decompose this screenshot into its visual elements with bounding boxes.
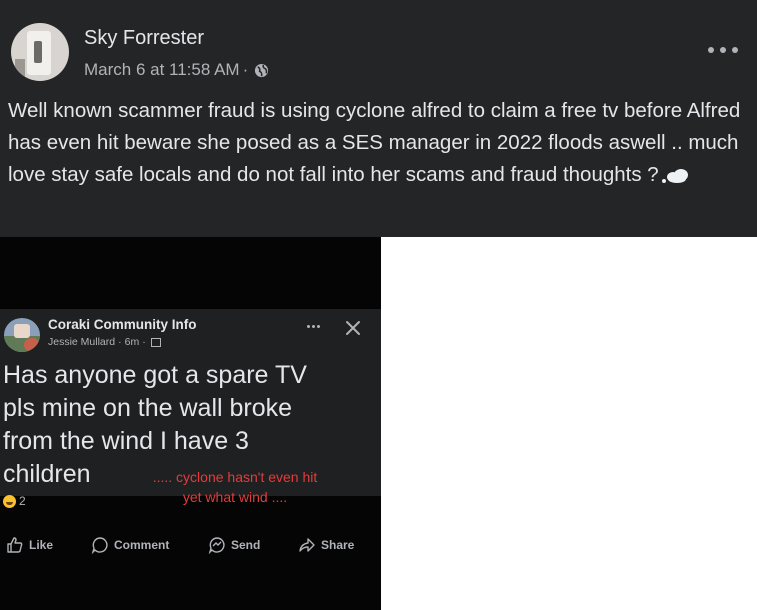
facebook-post: Sky Forrester March 6 at 11:58 AM · Well…: [0, 0, 757, 237]
laughing-emoji-icon: [3, 494, 16, 508]
close-icon[interactable]: [344, 319, 362, 337]
annotation-line: ..... cyclone hasn't even hit: [152, 469, 318, 485]
body-line: from the wind I have 3: [3, 427, 249, 455]
send-button[interactable]: Send: [208, 536, 260, 554]
embedded-screenshot: Coraki Community Info Jessie Mullard · 6…: [0, 237, 381, 610]
reaction-count: 2: [19, 494, 26, 508]
meta-separator: ·: [118, 336, 122, 348]
reactions[interactable]: 2: [3, 494, 26, 508]
like-button[interactable]: Like: [6, 536, 53, 554]
thought-balloon-icon: [661, 168, 688, 183]
comment-icon: [91, 537, 108, 554]
meta-separator: ·: [142, 336, 146, 348]
like-icon: [7, 537, 23, 553]
group-avatar[interactable]: [4, 318, 40, 352]
red-annotation: ..... cyclone hasn't even hit yet what w…: [115, 467, 355, 507]
send-icon: [208, 537, 225, 554]
screenshot-post-card: Coraki Community Info Jessie Mullard · 6…: [0, 309, 381, 554]
post-body: Well known scammer fraud is using cyclon…: [8, 95, 753, 191]
group-icon: [150, 337, 161, 347]
profile-avatar[interactable]: [11, 23, 69, 81]
more-options-icon[interactable]: [708, 42, 738, 58]
comment-button[interactable]: Comment: [91, 536, 169, 554]
send-label: Send: [231, 538, 261, 552]
post-meta: March 6 at 11:58 AM ·: [84, 60, 269, 80]
post-author-name[interactable]: Sky Forrester: [84, 27, 204, 50]
post-age: 6m: [124, 336, 140, 348]
screenshot-post-meta: Jessie Mullard · 6m ·: [48, 336, 161, 348]
card-more-options-icon[interactable]: [307, 325, 320, 329]
poster-name[interactable]: Jessie Mullard: [48, 336, 115, 348]
body-line: Has anyone got a spare TV: [3, 361, 307, 389]
meta-separator: ·: [242, 60, 249, 79]
comment-label: Comment: [114, 538, 170, 552]
group-name[interactable]: Coraki Community Info: [48, 317, 197, 332]
like-label: Like: [29, 538, 54, 552]
body-line: pls mine on the wall broke: [3, 394, 293, 422]
share-label: Share: [321, 538, 355, 552]
share-button[interactable]: Share: [298, 536, 354, 554]
post-timestamp[interactable]: March 6 at 11:58 AM: [84, 60, 240, 80]
action-bar: Like Comment Send Share: [0, 536, 381, 562]
globe-icon: [255, 63, 269, 77]
annotation-line: yet what wind ....: [182, 489, 288, 505]
post-body-text: Well known scammer fraud is using cyclon…: [8, 99, 741, 186]
share-icon: [299, 538, 315, 552]
